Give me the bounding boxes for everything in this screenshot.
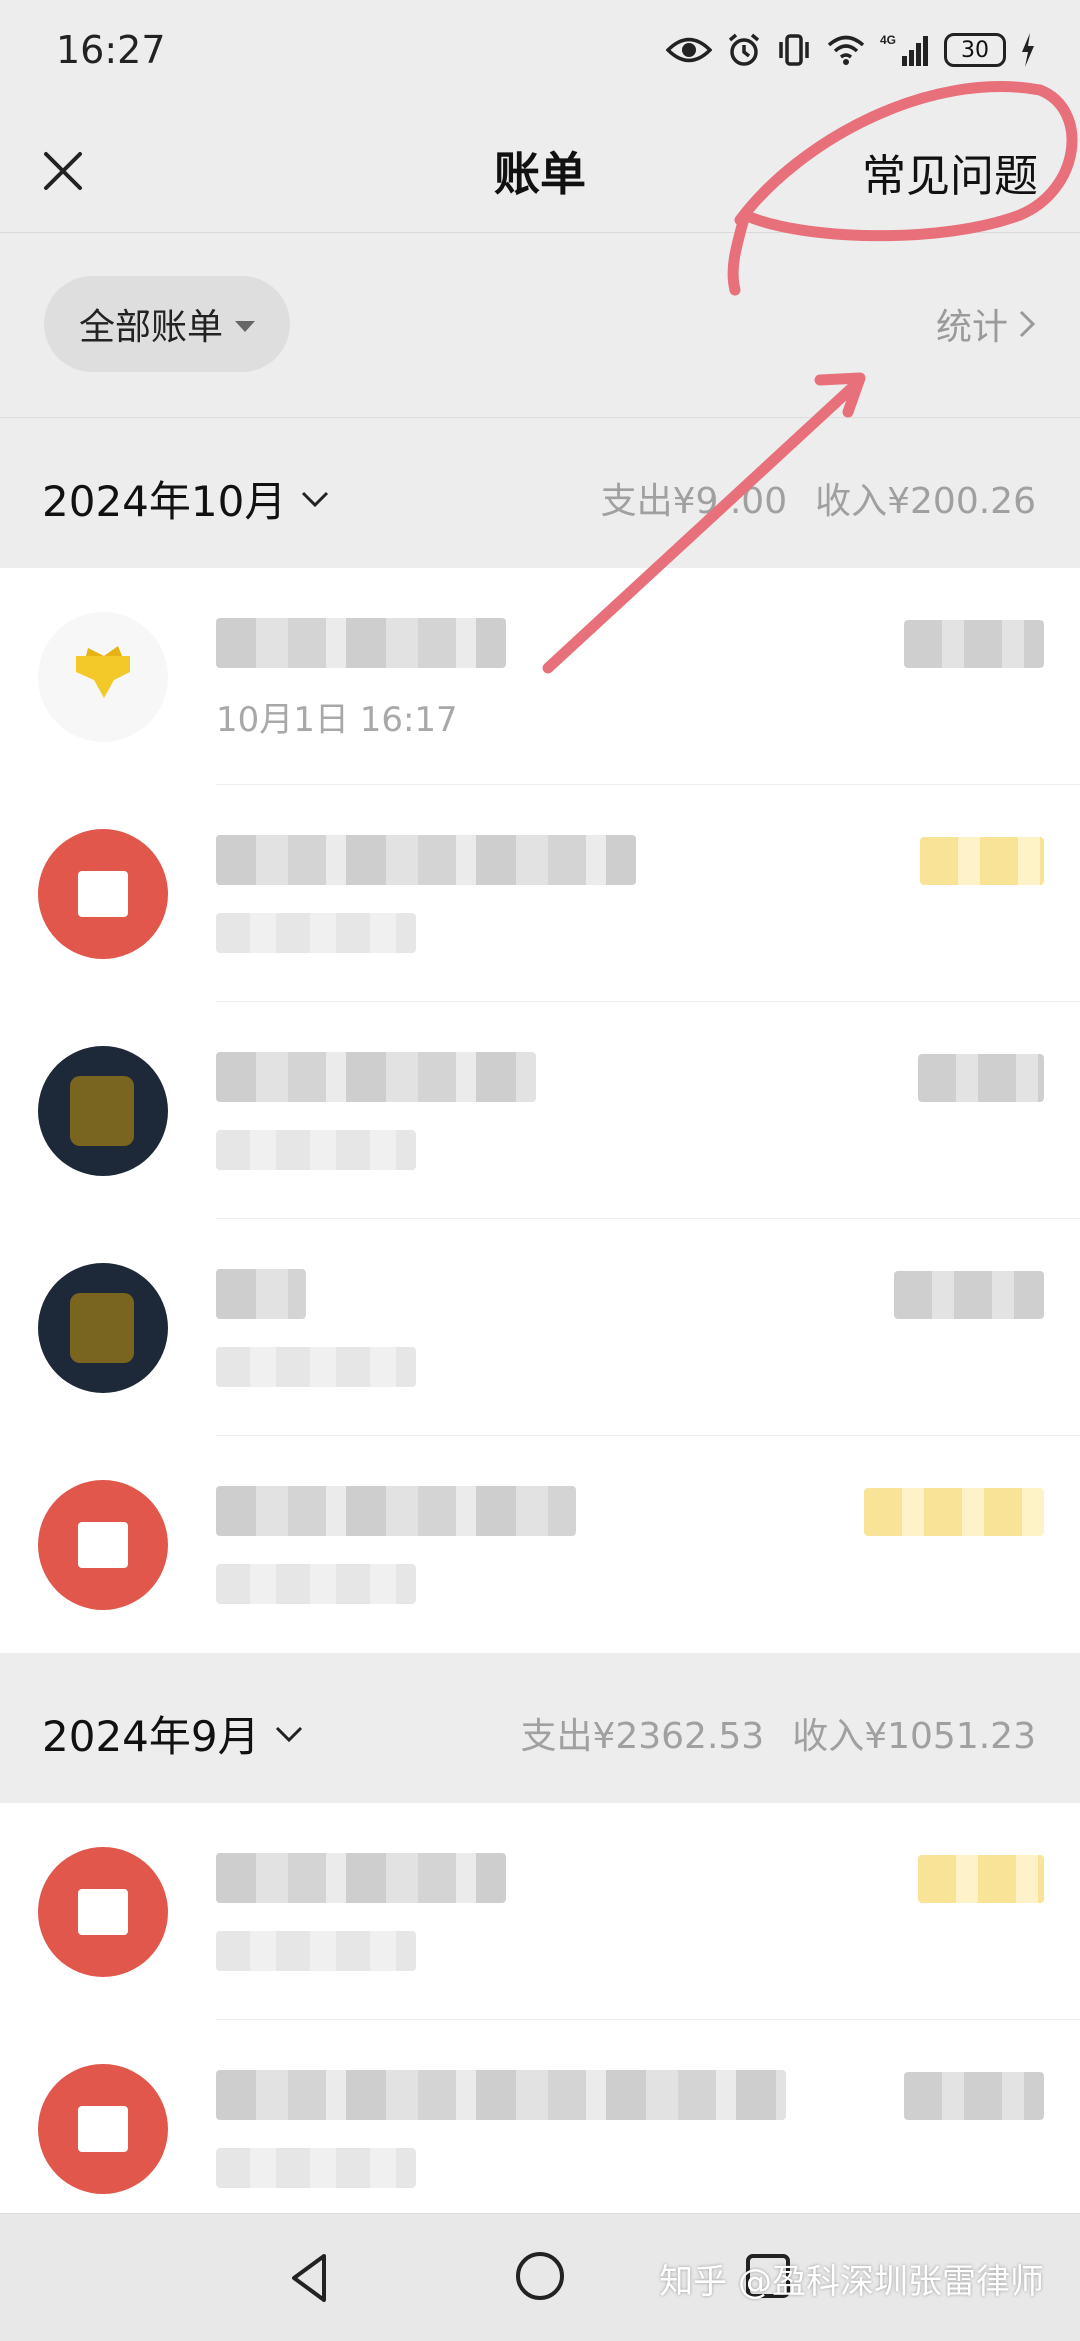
month-expense: 支出¥2362.53	[520, 1716, 765, 1757]
transaction-title-redacted	[216, 1269, 306, 1319]
stats-label: 统计	[935, 307, 1008, 348]
transaction-amount-redacted	[920, 837, 1044, 885]
faq-link[interactable]: 常见问题	[862, 140, 1038, 204]
transaction-time-redacted	[216, 2148, 416, 2188]
svg-text:4G: 4G	[880, 33, 896, 47]
transaction-list: 10月1日 16:17	[0, 568, 1080, 1653]
red-packet-icon	[38, 829, 168, 959]
transaction-amount-redacted	[894, 1271, 1044, 1319]
transaction-row[interactable]	[0, 1803, 1080, 2020]
back-triangle-icon[interactable]	[280, 2248, 340, 2308]
transaction-amount-redacted	[904, 2072, 1044, 2120]
transaction-row[interactable]: 10月1日 16:17	[0, 568, 1080, 785]
home-circle-icon[interactable]	[510, 2246, 570, 2306]
transaction-time-redacted	[216, 913, 416, 953]
month-summary: 支出¥2362.53 收入¥1051.23	[520, 1707, 1036, 1759]
wifi-icon	[827, 35, 865, 65]
transaction-title-redacted	[216, 1486, 576, 1536]
chevron-down-icon	[302, 491, 329, 507]
header-bar: 账单 常见问题	[0, 110, 1080, 233]
battery-level: 30	[961, 37, 989, 63]
month-header[interactable]: 2024年9月 支出¥2362.53 收入¥1051.23	[0, 1653, 1080, 1803]
month-summary: 支出¥9 .00 收入¥200.26	[601, 472, 1036, 524]
month-label-wrap[interactable]: 2024年10月	[42, 468, 330, 529]
status-time: 16:27	[56, 28, 166, 72]
transaction-title-redacted	[216, 1853, 506, 1903]
gift-icon	[38, 612, 168, 742]
transaction-row[interactable]	[0, 2020, 1080, 2237]
transaction-row[interactable]	[0, 1436, 1080, 1653]
transaction-list	[0, 1803, 1080, 2237]
alarm-icon	[728, 33, 760, 66]
transaction-title-redacted	[216, 835, 636, 885]
transaction-time-redacted	[216, 1564, 416, 1604]
battery-icon: 30	[944, 33, 1006, 67]
month-income: 收入¥200.26	[815, 481, 1036, 522]
stats-link[interactable]: 统计	[936, 298, 1036, 350]
watermark: 知乎 @盈科深圳张雷律师	[659, 2262, 1044, 2302]
chevron-down-icon	[275, 1726, 302, 1742]
transaction-amount-redacted	[918, 1855, 1044, 1903]
charging-icon	[1022, 33, 1034, 67]
contact-avatar	[38, 1046, 168, 1176]
month-label: 2024年10月	[42, 477, 287, 526]
vibrate-icon	[779, 34, 809, 66]
transaction-title-redacted	[216, 1052, 536, 1102]
close-icon[interactable]	[28, 136, 98, 206]
chevron-right-icon	[1019, 310, 1036, 338]
transaction-row[interactable]	[0, 785, 1080, 1002]
transaction-time-redacted	[216, 1347, 416, 1387]
transaction-amount-redacted	[918, 1054, 1044, 1102]
status-bar: 16:27 4G 30	[0, 0, 1080, 110]
red-packet-icon	[38, 1480, 168, 1610]
status-icons: 4G 30	[666, 26, 1036, 74]
transaction-time-redacted	[216, 1130, 416, 1170]
transaction-time: 10月1日 16:17	[216, 700, 458, 740]
red-packet-icon	[38, 2064, 168, 2194]
eye-icon	[666, 37, 712, 63]
filter-bar: 全部账单 统计	[0, 232, 1080, 418]
month-header[interactable]: 2024年10月 支出¥9 .00 收入¥200.26	[0, 418, 1080, 568]
transaction-row[interactable]	[0, 1002, 1080, 1219]
caret-down-icon	[235, 320, 255, 332]
transaction-amount-redacted	[904, 620, 1044, 668]
system-nav-bar: 知乎 @盈科深圳张雷律师	[0, 2213, 1080, 2341]
signal-4g-icon: 4G	[880, 33, 928, 66]
transaction-amount-redacted	[864, 1488, 1044, 1536]
month-income: 收入¥1051.23	[792, 1716, 1036, 1757]
transaction-row[interactable]	[0, 1219, 1080, 1436]
bill-filter-label: 全部账单	[78, 307, 223, 348]
month-label-wrap[interactable]: 2024年9月	[42, 1703, 304, 1764]
month-label: 2024年9月	[42, 1712, 260, 1761]
transaction-title-redacted	[216, 618, 506, 668]
transaction-title-redacted	[216, 2070, 786, 2120]
transaction-time-redacted	[216, 1931, 416, 1971]
bill-filter-dropdown[interactable]: 全部账单	[44, 276, 290, 372]
month-expense: 支出¥9 .00	[600, 481, 788, 522]
red-packet-icon	[38, 1847, 168, 1977]
contact-avatar	[38, 1263, 168, 1393]
